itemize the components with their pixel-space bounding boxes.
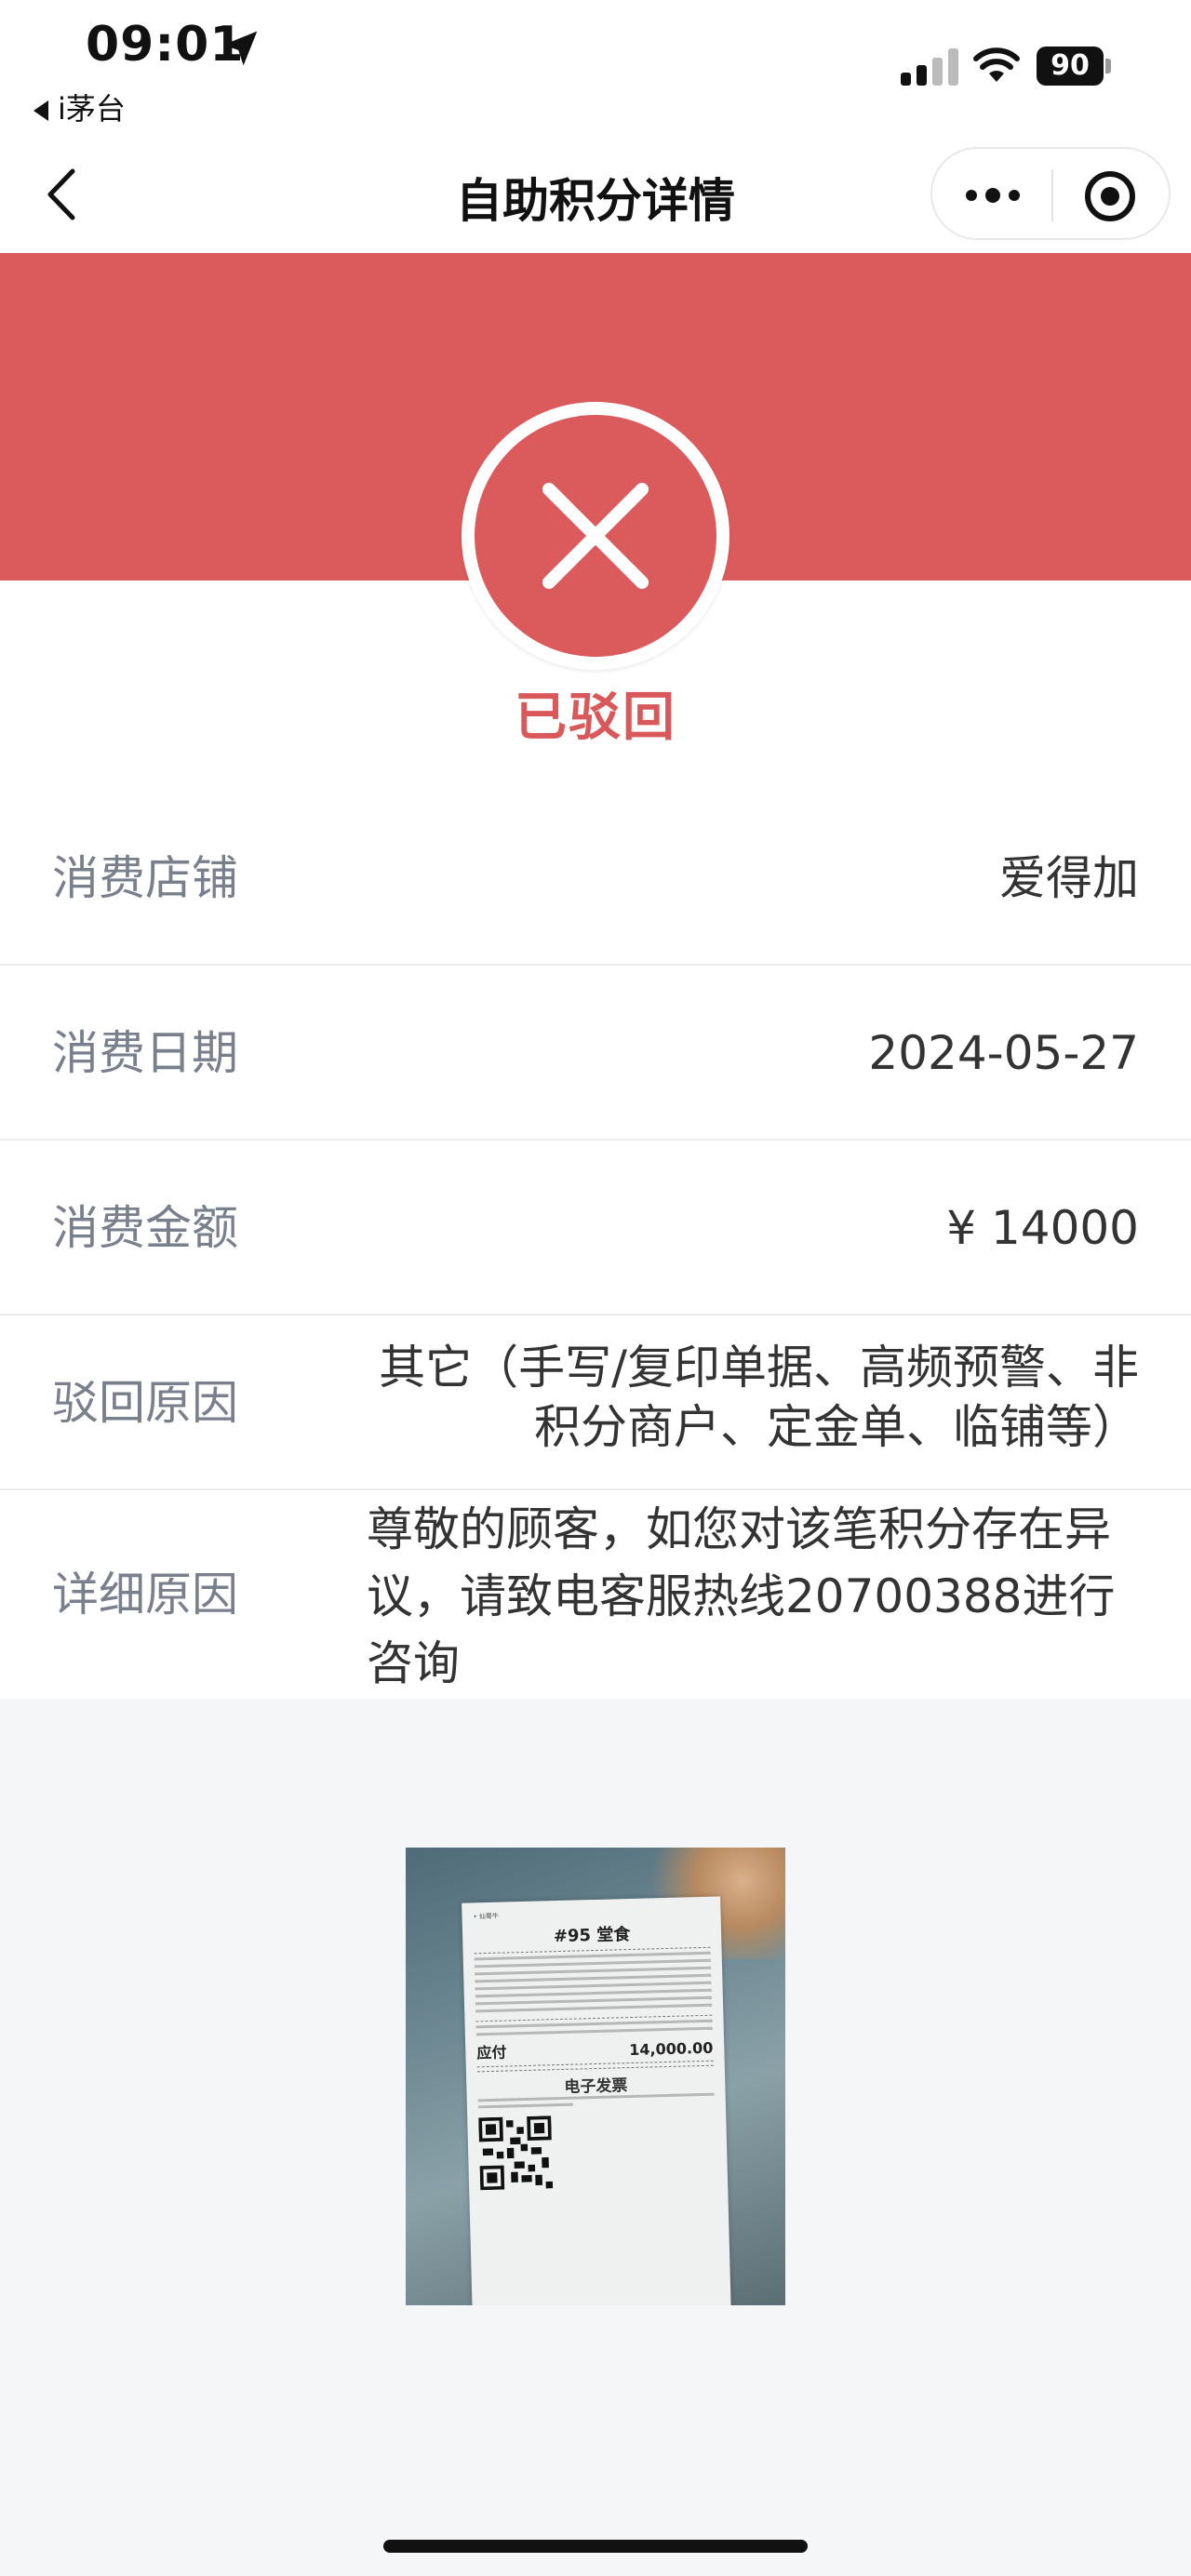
receipt-total-label: 应付: [476, 2043, 507, 2062]
detail-row-reject-reason: 驳回原因 其它（手写/复印单据、高频预警、非积分商户、定金单、临铺等）: [0, 1315, 1191, 1490]
detail-list: 消费店铺 爱得加 消费日期 2024-05-27 消费金额 ¥ 14000 驳回…: [0, 791, 1191, 1699]
cellular-signal-icon: [901, 48, 958, 86]
capsule-divider: [1051, 169, 1053, 221]
receipt-photo[interactable]: • 仙蜀牛 #95 堂食 应付 14,000.00 电子发票: [406, 1848, 785, 2305]
more-dots-icon[interactable]: [960, 177, 1025, 214]
close-x-icon: [542, 483, 649, 589]
detail-value: 其它（手写/复印单据、高频预警、非积分商户、定金单、临铺等）: [379, 1341, 1139, 1454]
receipt-total-value: 14,000.00: [629, 2038, 714, 2060]
home-indicator[interactable]: [383, 2540, 808, 2553]
wifi-icon: [973, 47, 1020, 82]
qr-code-icon: [478, 2116, 554, 2191]
detail-label: 驳回原因: [52, 1376, 238, 1430]
location-arrow-icon: [222, 31, 258, 66]
back-triangle-icon: [33, 100, 48, 121]
mini-program-capsule: [930, 147, 1171, 240]
detail-row-detailed-reason: 详细原因 尊敬的顾客，如您对该笔积分存在异议，请致电客服热线20700388进行…: [0, 1490, 1191, 1699]
detail-row-store: 消费店铺 爱得加: [0, 791, 1191, 966]
rejected-badge-fill: [475, 415, 716, 657]
detail-value: 尊敬的顾客，如您对该笔积分存在异议，请致电客服热线20700388进行咨询: [367, 1502, 1116, 1690]
detail-value: ¥ 14000: [946, 1201, 1139, 1255]
receipt-order-number: #95 堂食: [553, 1924, 631, 1947]
rejected-badge: [462, 402, 729, 670]
detail-label: 消费金额: [52, 1201, 238, 1255]
back-app-label: i茅台: [58, 91, 126, 127]
detail-value: 爱得加: [999, 851, 1139, 905]
receipt-section: • 仙蜀牛 #95 堂食 应付 14,000.00 电子发票: [0, 1721, 1191, 2576]
close-target-icon[interactable]: [1081, 167, 1139, 225]
detail-value: 2024-05-27: [868, 1026, 1139, 1080]
battery-indicator: 90: [1037, 47, 1111, 86]
battery-level: 90: [1037, 47, 1104, 86]
detail-label: 详细原因: [52, 1568, 238, 1622]
back-to-app-link[interactable]: i茅台: [33, 86, 126, 128]
receipt-paper: • 仙蜀牛 #95 堂食 应付 14,000.00 电子发票: [462, 1896, 731, 2305]
detail-label: 消费店铺: [52, 851, 238, 905]
detail-row-amount: 消费金额 ¥ 14000: [0, 1141, 1191, 1315]
detail-row-date: 消费日期 2024-05-27: [0, 966, 1191, 1141]
status-label: 已驳回: [515, 687, 676, 748]
status-bar: 09:01 i茅台 90: [0, 0, 1191, 140]
navigation-bar: 自助积分详情: [0, 140, 1191, 253]
receipt-item-lines: [474, 1951, 713, 2018]
detail-label: 消费日期: [52, 1026, 238, 1080]
battery-cap: [1105, 59, 1111, 73]
